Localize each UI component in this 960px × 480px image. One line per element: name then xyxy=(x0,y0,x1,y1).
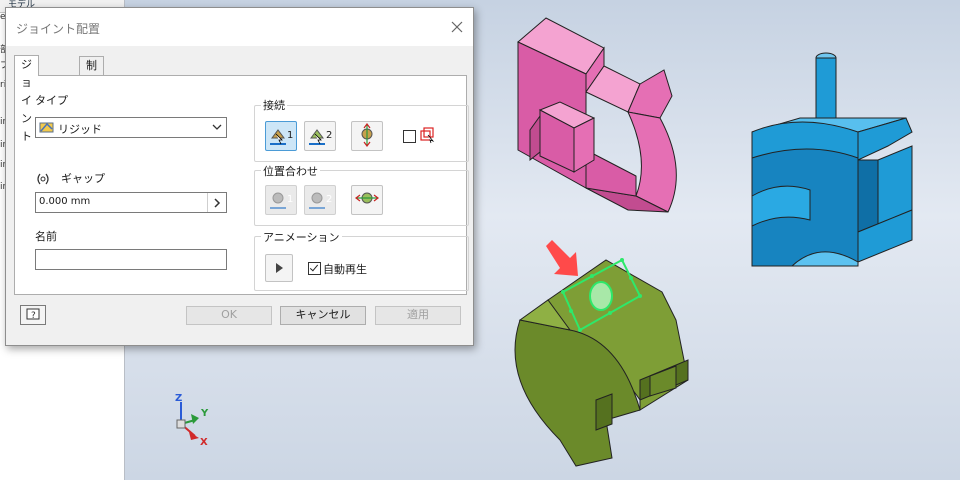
rigid-joint-icon xyxy=(39,122,54,133)
type-dropdown-value: リジッド xyxy=(58,123,102,136)
gap-label: ギャップ xyxy=(61,172,105,185)
invert-alignment-button[interactable] xyxy=(351,185,383,215)
joint-tab-panel: タイプ リジッド ギャップ 0.000 mm 名前 接続 1 2 位置合わせ 1… xyxy=(14,75,469,295)
gap-input-value: 0.000 mm xyxy=(39,196,91,207)
help-icon: ? xyxy=(26,308,40,321)
align-second-number: 2 xyxy=(326,194,333,205)
flip-icon xyxy=(361,123,373,147)
autoplay-checkbox[interactable] xyxy=(308,262,321,275)
gap-expand-button[interactable] xyxy=(207,193,226,212)
name-label: 名前 xyxy=(35,230,57,243)
help-button[interactable]: ? xyxy=(20,305,46,325)
align-first-number: 1 xyxy=(287,194,294,205)
align-group-title: 位置合わせ xyxy=(261,163,320,179)
x-arrow-icon xyxy=(189,432,199,440)
tab-limits[interactable]: 制限 xyxy=(79,56,104,90)
connect-origin1-number: 1 xyxy=(287,130,294,141)
gap-icon xyxy=(37,173,49,185)
connect-group-title: 接続 xyxy=(261,97,287,113)
triad-z-label: Z xyxy=(175,393,183,404)
chevron-right-icon xyxy=(214,197,221,208)
place-joint-dialog: ジョイント配置 ジョイント 制限 タイプ リジッド xyxy=(5,7,474,346)
cancel-button[interactable]: キャンセル xyxy=(280,306,366,325)
type-label: タイプ xyxy=(35,94,68,107)
dialog-titlebar[interactable]: ジョイント配置 xyxy=(6,8,473,46)
autoplay-label: 自動再生 xyxy=(323,263,367,276)
animation-group: アニメーション 自動再生 xyxy=(254,229,469,291)
connect-option-checkbox[interactable] xyxy=(403,130,416,143)
triad-origin-cube xyxy=(176,419,186,429)
ok-button[interactable]: OK xyxy=(186,306,272,325)
close-icon xyxy=(451,21,463,33)
name-input[interactable] xyxy=(35,249,227,270)
align-group: 位置合わせ 1 2 xyxy=(254,163,469,226)
apply-button[interactable]: 適用 xyxy=(375,306,461,325)
y-arrow-icon xyxy=(191,414,199,424)
svg-text:?: ? xyxy=(31,311,36,321)
pointer-arrow-icon xyxy=(546,240,578,276)
chevron-down-icon xyxy=(212,124,222,130)
connect-origin1-button[interactable]: 1 xyxy=(265,121,297,151)
connect-group: 接続 1 2 xyxy=(254,97,469,162)
invert-alignment-icon xyxy=(355,192,379,204)
blue-part[interactable] xyxy=(751,52,913,267)
triad-y-label: Y xyxy=(201,408,209,419)
flip-component-button[interactable] xyxy=(351,121,383,151)
pink-part[interactable] xyxy=(517,17,677,213)
connect-origin2-number: 2 xyxy=(326,130,333,141)
type-dropdown[interactable]: リジッド xyxy=(35,117,227,138)
lock-component-icon xyxy=(420,127,435,144)
dialog-title: ジョイント配置 xyxy=(16,22,101,36)
close-button[interactable] xyxy=(447,17,467,37)
animation-group-title: アニメーション xyxy=(261,229,342,245)
align-first-button[interactable]: 1 xyxy=(265,185,297,215)
tab-joint[interactable]: ジョイント xyxy=(14,55,39,143)
play-animation-button[interactable] xyxy=(265,254,293,282)
connect-origin2-button[interactable]: 2 xyxy=(304,121,336,151)
gap-input[interactable]: 0.000 mm xyxy=(35,192,227,213)
align-second-button[interactable]: 2 xyxy=(304,185,336,215)
triad-x-label: X xyxy=(200,437,208,448)
play-icon xyxy=(276,263,283,273)
